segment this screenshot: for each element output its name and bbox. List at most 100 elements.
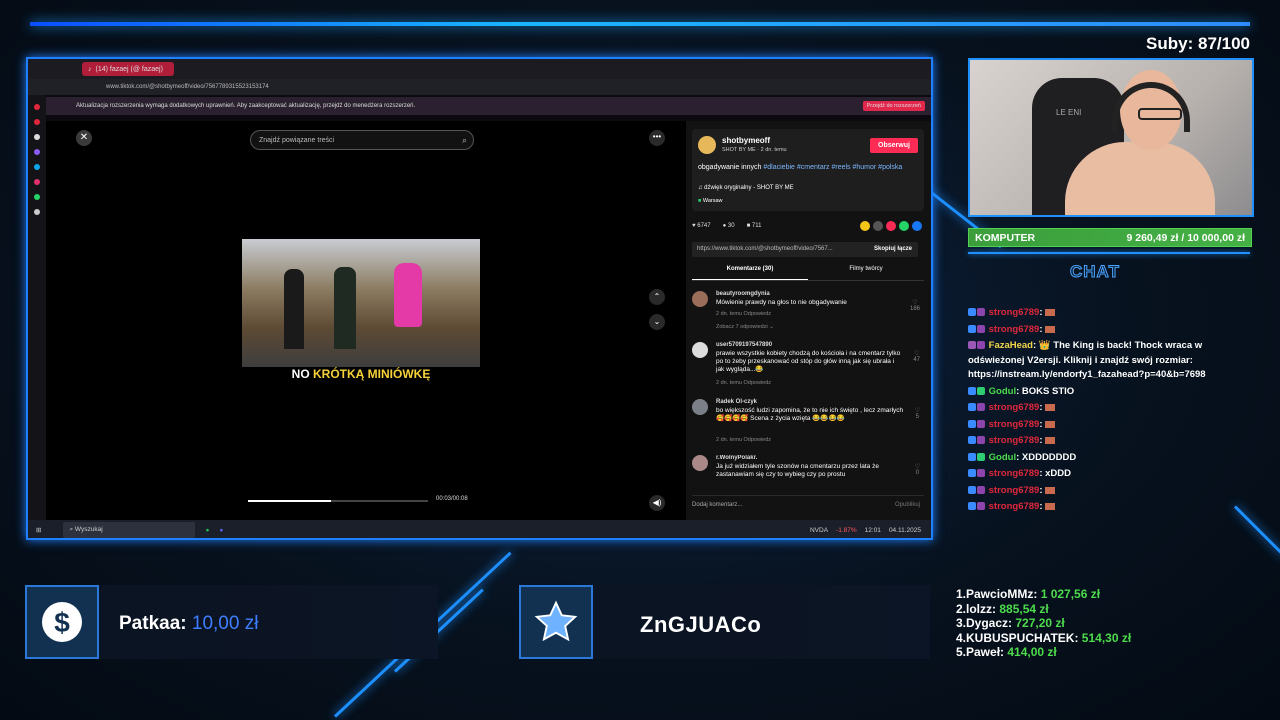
like-button[interactable]: ♥ 6747: [692, 223, 711, 229]
emote-icon: [1045, 437, 1056, 444]
chat-username[interactable]: FazaHead: [986, 340, 1033, 351]
donor-amount: 727,20 zł: [1015, 616, 1065, 631]
follow-button[interactable]: Obserwuj: [870, 138, 918, 153]
subs-counter: Suby: 87/100: [1146, 34, 1250, 53]
tab-creator-videos[interactable]: Filmy twórcy: [808, 266, 924, 280]
stats-row: ♥ 6747 ● 30 ■ 711: [692, 221, 922, 231]
comment-button[interactable]: ● 30: [723, 223, 735, 229]
tab-comments[interactable]: Komentarze (30): [692, 266, 808, 280]
discord-icon[interactable]: ●: [219, 527, 223, 534]
chat-username[interactable]: Godul: [986, 452, 1016, 463]
clock[interactable]: 12:01: [865, 527, 881, 534]
comment-input[interactable]: Dodaj komentarz... Opublikuj: [692, 495, 924, 515]
location[interactable]: ■ Warsaw: [698, 198, 723, 204]
avatar[interactable]: [692, 399, 708, 415]
avatar[interactable]: [692, 455, 708, 471]
copy-link-button[interactable]: Skopiuj łącze: [874, 246, 912, 252]
avatar[interactable]: [692, 342, 708, 358]
chat-username[interactable]: strong6789: [986, 324, 1040, 335]
video-progress[interactable]: [248, 500, 428, 502]
avatar[interactable]: [692, 291, 708, 307]
donor-name: 1.PawcioMMz:: [956, 587, 1041, 601]
stock-widget[interactable]: NVDA: [810, 527, 828, 534]
chat-message: strong6789:: [968, 400, 1250, 417]
share-icon[interactable]: [860, 221, 870, 231]
windows-icon[interactable]: ⊞: [36, 526, 41, 534]
like-icon[interactable]: ♡ 186: [910, 299, 920, 312]
sidebar-icon[interactable]: [34, 119, 40, 125]
chat-username[interactable]: strong6789: [986, 485, 1040, 496]
view-replies[interactable]: Zobacz 7 odpowiedzi ⌄: [716, 324, 774, 330]
top-donor-row: 5.Paweł: 414,00 zł: [956, 645, 1131, 660]
like-icon[interactable]: ♡ 47: [913, 350, 920, 363]
save-button[interactable]: ■ 711: [747, 223, 762, 229]
whatsapp-icon[interactable]: [899, 221, 909, 231]
chat-username[interactable]: strong6789: [986, 435, 1040, 446]
badge-icon: [977, 502, 985, 510]
emote-icon: [1045, 486, 1056, 494]
chat-text: [1045, 485, 1056, 496]
publish-button[interactable]: Opublikuj: [895, 502, 920, 508]
badge-icon: [968, 452, 976, 461]
video-player[interactable]: NO KRÓTKĄ MINIÓWKĘ 00:03/00:08: [242, 121, 482, 520]
badge-icon: [977, 386, 985, 395]
video-time: 00:03/00:08: [436, 496, 468, 502]
chat-username[interactable]: Godul: [986, 386, 1016, 397]
sidebar-icon[interactable]: [34, 194, 40, 200]
donor-amount: 514,30 zł: [1081, 630, 1132, 645]
details-panel: shotbymeoff SHOT BY ME · 2 dn. temu Obse…: [686, 121, 931, 520]
extension-notice: Aktualizacja rozszerzenia wymaga dodatko…: [46, 97, 931, 115]
chat-username[interactable]: strong6789: [986, 468, 1040, 479]
chat-username[interactable]: strong6789: [986, 307, 1040, 318]
tiktok-icon: ♪: [88, 65, 92, 73]
badge-icon: [968, 341, 976, 349]
volume-icon[interactable]: ◀): [649, 495, 665, 511]
sidebar-icon[interactable]: [34, 164, 40, 170]
chat-message: Godul: BOKS STIO: [968, 384, 1250, 401]
sidebar-icon[interactable]: [34, 209, 40, 215]
chat-list: strong6789: strong6789: FazaHead: 👑 The …: [968, 305, 1250, 516]
sound-link[interactable]: ♫ dźwięk oryginalny - SHOT BY ME: [698, 185, 794, 191]
search-icon[interactable]: ⌕: [462, 135, 467, 146]
chat-username[interactable]: strong6789: [986, 402, 1040, 413]
author-name[interactable]: shotbymeoff: [722, 136, 770, 145]
send-icon[interactable]: [886, 221, 896, 231]
goal-amount: 9 260,49 zł / 10 000,00 zł: [1126, 231, 1245, 244]
share-url: https://www.tiktok.com/@shotbymeoff/vide…: [692, 242, 918, 257]
chat-username[interactable]: strong6789: [986, 419, 1040, 430]
badge-icon: [968, 419, 976, 428]
svg-text:$: $: [54, 607, 70, 638]
badge-icon: [977, 452, 985, 461]
notice-button[interactable]: Przejdź do rozszerzeń: [862, 101, 925, 111]
embed-icon[interactable]: [873, 221, 883, 231]
sidebar-icon[interactable]: [34, 179, 40, 185]
chat-message: strong6789: xDDD: [968, 466, 1250, 483]
top-donor-row: 3.Dygacz: 727,20 zł: [956, 616, 1131, 631]
spotify-icon[interactable]: ●: [205, 527, 209, 534]
sidebar-icon[interactable]: [34, 149, 40, 155]
close-icon[interactable]: ✕: [76, 130, 92, 146]
more-icon[interactable]: •••: [649, 130, 665, 146]
browser-tab[interactable]: ♪ (14) fazaej (@ fazaej): [82, 62, 174, 76]
donor-amount: 414,00 zł: [1007, 645, 1057, 660]
last-donation: Patkaa: 10,00 zł: [119, 613, 259, 634]
chat-username[interactable]: strong6789: [986, 501, 1040, 512]
sidebar-icon[interactable]: [34, 104, 40, 110]
author-card: shotbymeoff SHOT BY ME · 2 dn. temu Obse…: [692, 129, 924, 211]
address-bar[interactable]: www.tiktok.com/@shotbymeoff/video/756778…: [28, 79, 931, 95]
sidebar-icon[interactable]: [34, 134, 40, 140]
facebook-icon[interactable]: [912, 221, 922, 231]
taskbar-search[interactable]: ⌕ Wyszukaj: [63, 522, 196, 538]
top-donor-row: 4.KUBUSPUCHATEK: 514,30 zł: [956, 631, 1131, 646]
search-input[interactable]: Znajdź powiązane treści ⌕: [250, 130, 474, 150]
video-frame: [242, 239, 480, 367]
like-icon[interactable]: ♡ 5: [915, 407, 920, 420]
browser-sidebar: [28, 95, 46, 520]
avatar[interactable]: [698, 136, 716, 154]
badge-icon: [977, 469, 985, 477]
like-icon[interactable]: ♡ 0: [915, 463, 920, 476]
neon-top-line: [30, 22, 1250, 26]
badge-icon: [968, 324, 976, 333]
chevron-down-icon[interactable]: ⌄: [649, 314, 665, 330]
chevron-up-icon[interactable]: ⌃: [649, 289, 665, 305]
